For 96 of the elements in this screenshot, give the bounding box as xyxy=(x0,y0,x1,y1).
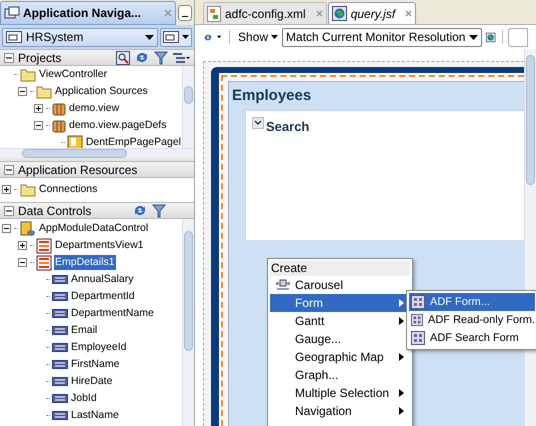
show-button[interactable]: Show xyxy=(238,28,278,46)
tree-item[interactable]: ViewController xyxy=(38,66,108,82)
caret-icon xyxy=(145,34,154,40)
collapse-icon[interactable] xyxy=(18,258,27,267)
collapse-icon[interactable] xyxy=(4,164,14,174)
horizontal-scrollbar[interactable] xyxy=(0,148,194,158)
section-title: Data Controls xyxy=(18,202,92,220)
caret-icon xyxy=(469,34,478,40)
menu-item[interactable]: Graph... xyxy=(270,366,410,384)
scrollbar[interactable] xyxy=(182,219,194,426)
form-icon xyxy=(411,295,425,309)
menu-item[interactable]: Carousel xyxy=(270,276,410,294)
collapse-icon[interactable] xyxy=(34,121,43,130)
caret-icon xyxy=(182,35,189,39)
resolution-value: Match Current Monitor Resolution xyxy=(286,29,466,46)
attribute-icon xyxy=(52,411,68,420)
scrollbar[interactable] xyxy=(182,66,194,148)
menu-item[interactable]: ADF Form... xyxy=(409,293,535,311)
package-icon xyxy=(52,118,66,132)
tree-item[interactable]: AppModuleDataControl xyxy=(38,220,150,236)
collapse-icon[interactable] xyxy=(18,87,27,96)
tree-item[interactable]: EmployeeId xyxy=(70,340,128,356)
tree-item[interactable]: demo.view.pageDefs xyxy=(68,118,168,134)
carousel-icon xyxy=(274,279,290,291)
window-icon xyxy=(163,31,179,43)
tree-item[interactable]: HireDate xyxy=(70,374,114,390)
list-options-icon[interactable] xyxy=(172,52,190,64)
attribute-icon xyxy=(52,326,68,335)
attribute-icon xyxy=(52,377,68,386)
panel-title: Search xyxy=(266,118,310,136)
menu-item[interactable]: Navigation xyxy=(270,402,410,420)
refresh-icon[interactable] xyxy=(134,50,150,65)
tree-item[interactable]: DepartmentsView1 xyxy=(54,238,145,254)
expand-icon[interactable] xyxy=(18,241,27,250)
minimize-button[interactable] xyxy=(178,4,192,20)
tree-item[interactable]: LastName xyxy=(70,408,120,424)
chevron-down-icon[interactable] xyxy=(252,116,264,128)
tree-item[interactable]: DepartmentName xyxy=(70,306,155,322)
resolution-dropdown[interactable]: Match Current Monitor Resolution xyxy=(282,28,482,46)
menu-item[interactable]: ADF Read-only Form. xyxy=(409,311,535,329)
expand-icon[interactable] xyxy=(34,104,43,113)
tree-item[interactable]: DepartmentId xyxy=(70,288,136,304)
tree-item[interactable]: AnnualSalary xyxy=(70,272,134,288)
expand-icon[interactable] xyxy=(2,185,11,194)
collection-icon xyxy=(36,238,52,254)
tab-label: adfc-config.xml xyxy=(225,6,306,22)
collection-icon xyxy=(36,254,52,270)
view-menu-button[interactable] xyxy=(160,28,192,46)
attribute-icon xyxy=(52,360,68,369)
page-heading: Employees xyxy=(231,86,312,106)
tree-item[interactable]: DentEmpPagePagel xyxy=(84,134,182,148)
menu-item[interactable]: Geographic Map xyxy=(270,348,410,366)
window-icon xyxy=(4,6,20,20)
menu-item[interactable]: Multiple Selection xyxy=(270,384,410,402)
tree-item[interactable]: JobId xyxy=(70,390,98,406)
diagram-icon xyxy=(207,6,221,22)
application-icon xyxy=(6,31,22,43)
zoom-field[interactable] xyxy=(508,28,528,46)
attribute-icon xyxy=(52,292,68,301)
tree-item[interactable]: Email xyxy=(70,322,98,338)
folder-icon xyxy=(20,182,36,196)
menu-item[interactable]: ADF Search Form xyxy=(409,329,535,347)
caret-icon[interactable] xyxy=(217,35,222,39)
tab-label: query.jsf xyxy=(350,6,396,22)
data-control-icon xyxy=(20,220,36,236)
attribute-icon xyxy=(52,275,68,284)
tree-item[interactable]: FirstName xyxy=(70,356,120,372)
editor-tab[interactable]: adfc-config.xml xyxy=(203,2,327,24)
application-dropdown[interactable]: HRSystem xyxy=(2,28,158,46)
collapse-icon[interactable] xyxy=(4,206,14,216)
panel-title: Application Naviga... xyxy=(23,4,142,22)
collapse-icon[interactable] xyxy=(2,224,11,233)
package-icon xyxy=(52,102,66,116)
form-icon xyxy=(411,313,424,327)
section-title: Application Resources xyxy=(18,162,138,178)
caret-icon xyxy=(271,35,278,39)
globe-icon xyxy=(332,6,347,21)
tree-item[interactable]: demo.view xyxy=(68,100,120,116)
form-icon xyxy=(411,331,425,345)
refresh-icon[interactable] xyxy=(132,203,148,218)
tree-item[interactable]: EmpDetails1 xyxy=(54,254,116,270)
search-icon[interactable] xyxy=(116,50,130,64)
attribute-icon xyxy=(52,309,68,318)
attribute-icon xyxy=(52,394,68,403)
close-icon[interactable] xyxy=(405,10,412,17)
navigator-tab[interactable]: Application Naviga... xyxy=(0,0,176,24)
menu-item[interactable]: Gauge... xyxy=(270,330,410,348)
menu-item[interactable]: Gantt xyxy=(270,312,410,330)
attribute-icon xyxy=(52,343,68,352)
section-title: Projects xyxy=(18,50,62,66)
folder-icon xyxy=(36,84,52,98)
collapse-icon[interactable] xyxy=(4,52,14,62)
editor-tab[interactable]: query.jsf xyxy=(328,2,416,24)
tree-item[interactable]: Application Sources xyxy=(54,84,149,100)
application-name: HRSystem xyxy=(26,29,84,46)
menu-title: Create xyxy=(270,261,410,276)
